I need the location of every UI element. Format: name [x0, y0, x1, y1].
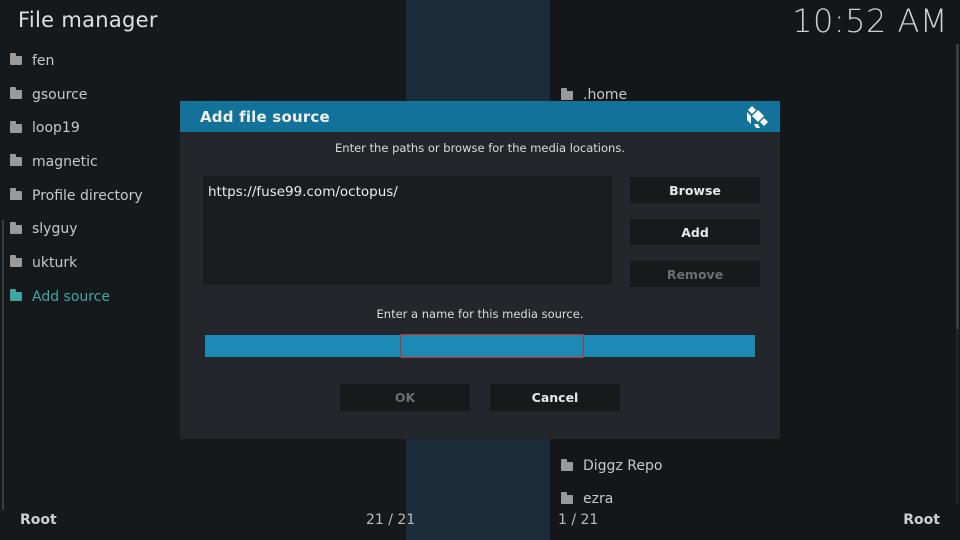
cancel-button[interactable]: Cancel [490, 384, 620, 411]
list-item-label: magnetic [32, 153, 98, 170]
folder-icon [10, 188, 22, 201]
list-item[interactable]: fen [10, 44, 390, 78]
list-item-label: gsource [32, 86, 88, 103]
kodi-logo-icon [747, 106, 768, 128]
name-label: Enter a name for this media source. [376, 307, 584, 321]
list-item-label: Profile directory [32, 187, 143, 204]
folder-icon [10, 120, 22, 133]
list-item-label: Add source [32, 288, 111, 305]
paths-list[interactable]: https://fuse99.com/octopus/ [203, 176, 612, 285]
folder-icon [10, 221, 22, 234]
right-pane-path: Root [903, 512, 940, 528]
dialog-instructions: Enter the paths or browse for the media … [335, 141, 625, 155]
left-pane-count: 21 / 21 [366, 512, 416, 528]
dialog-header: Add file source [180, 101, 780, 132]
browse-button[interactable]: Browse [630, 177, 760, 203]
left-pane-path: Root [20, 512, 57, 528]
folder-icon [561, 491, 573, 504]
left-scrollbar[interactable] [2, 220, 4, 510]
remove-button[interactable]: Remove [630, 261, 760, 287]
add-file-source-dialog: Add file source Enter the paths or brows… [180, 101, 780, 439]
folder-icon [561, 458, 573, 471]
folder-icon [561, 87, 573, 100]
folder-icon [10, 87, 22, 100]
list-item[interactable]: Diggz Repo [561, 458, 662, 474]
focus-outline [400, 334, 584, 358]
app-title: File manager [18, 8, 158, 32]
ok-button[interactable]: OK [340, 384, 470, 411]
add-button[interactable]: Add [630, 219, 760, 245]
right-scrollbar-thumb[interactable] [956, 44, 959, 329]
dialog-title: Add file source [200, 107, 330, 126]
list-item-label: slyguy [32, 221, 78, 238]
list-item-label: ezra [583, 491, 614, 507]
list-item[interactable]: ezra [561, 491, 613, 507]
list-item-label: ukturk [32, 254, 78, 271]
folder-icon [10, 289, 22, 302]
clock: 10:52 AM [792, 2, 948, 40]
folder-icon [10, 255, 22, 268]
folder-icon [10, 154, 22, 167]
path-entry[interactable]: https://fuse99.com/octopus/ [208, 184, 398, 200]
right-pane-count: 1 / 21 [558, 512, 599, 528]
list-item-label: fen [32, 52, 55, 69]
list-item-label: loop19 [32, 120, 80, 137]
list-item-label: Diggz Repo [583, 458, 663, 474]
folder-icon [10, 53, 22, 66]
